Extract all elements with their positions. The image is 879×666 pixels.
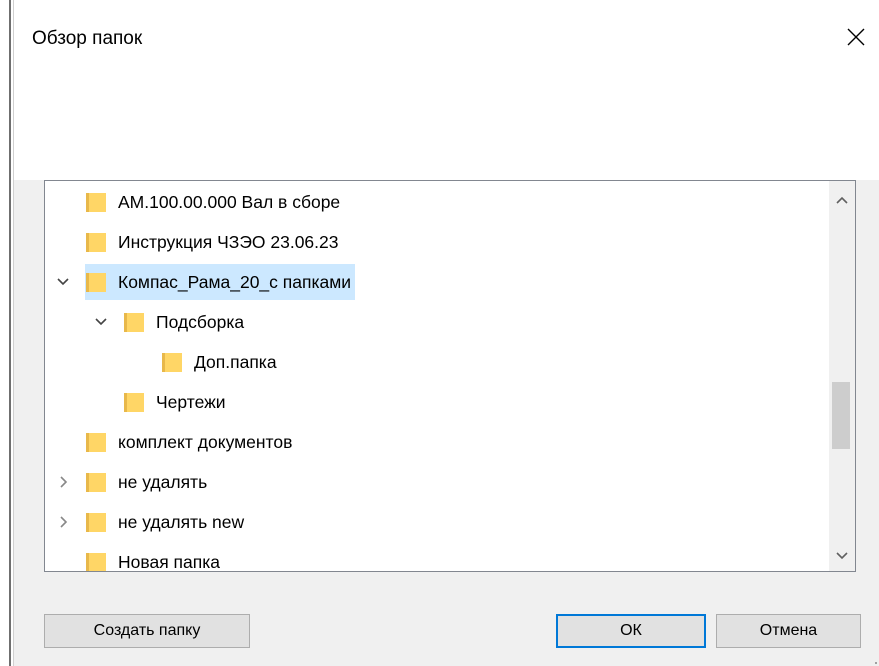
new-folder-button[interactable]: Создать папку [44,614,250,648]
tree-item-label: Инструкция ЧЗЭО 23.06.23 [118,231,339,252]
tree-item-label: Компас_Рама_20_с папками [118,271,352,292]
scroll-up-arrow-icon [836,196,848,204]
tree-item[interactable]: Инструкция ЧЗЭО 23.06.23 [85,224,343,260]
folder-tree-viewport: АМ.100.00.000 Вал в сборе Инструкция ЧЗЭО… [45,181,828,571]
chevron-down-icon [57,278,69,286]
browse-folders-dialog: Обзор папок АМ.100.00.000 Вал в сборе Инс… [14,0,879,666]
scroll-down-arrow-icon [836,552,848,560]
folder-icon [86,433,106,452]
chevron-down-icon [95,318,107,326]
tree-item-label: Новая папка [118,551,221,572]
tree-item[interactable]: Чертежи [123,384,230,420]
tree-item[interactable]: Компас_Рама_20_с папками [85,264,356,300]
dialog-description-area [14,82,879,180]
folder-icon [86,513,106,532]
folder-icon [162,353,182,372]
tree-item[interactable]: Подсборка [123,304,248,340]
background-window-edge [0,0,14,666]
chevron-right-icon [60,476,68,488]
expand-toggle[interactable] [54,513,72,531]
folder-icon [86,473,106,492]
folder-tree[interactable]: АМ.100.00.000 Вал в сборе Инструкция ЧЗЭО… [44,180,856,572]
title-bar: Обзор папок [14,0,879,82]
tree-item[interactable]: комплект документов [85,424,296,460]
tree-item[interactable]: АМ.100.00.000 Вал в сборе [85,184,344,220]
folder-icon [124,313,144,332]
dialog-title: Обзор папок [32,28,143,49]
folder-icon [86,273,106,292]
tree-item-label: АМ.100.00.000 Вал в сборе [118,191,341,212]
tree-item[interactable]: не удалять [85,464,211,500]
scroll-up-button[interactable] [829,187,855,213]
resize-grip-icon[interactable] [871,658,877,664]
folder-icon [86,233,106,252]
folder-icon [124,393,144,412]
tree-item-label: Чертежи [156,391,226,412]
tree-item-label: Подсборка [156,311,245,332]
tree-item-label: Доп.папка [194,351,277,372]
collapse-toggle[interactable] [54,273,72,291]
expand-toggle[interactable] [54,473,72,491]
tree-item-label: не удалять [118,471,208,492]
ok-button[interactable]: ОК [556,614,706,648]
tree-item[interactable]: Доп.папка [161,344,281,380]
scrollbar-thumb[interactable] [832,382,850,449]
tree-item[interactable]: Новая папка [85,544,224,571]
vertical-scrollbar[interactable] [829,181,855,571]
folder-icon [86,193,106,212]
chevron-right-icon [60,516,68,528]
scroll-down-button[interactable] [829,543,855,569]
cancel-button[interactable]: Отмена [716,614,861,648]
tree-item-label: комплект документов [118,431,293,452]
collapse-toggle[interactable] [92,313,110,331]
close-icon [847,28,865,46]
tree-item[interactable]: не удалять new [85,504,248,540]
folder-icon [86,553,106,571]
tree-item-label: не удалять new [118,511,245,532]
close-button[interactable] [833,14,879,60]
